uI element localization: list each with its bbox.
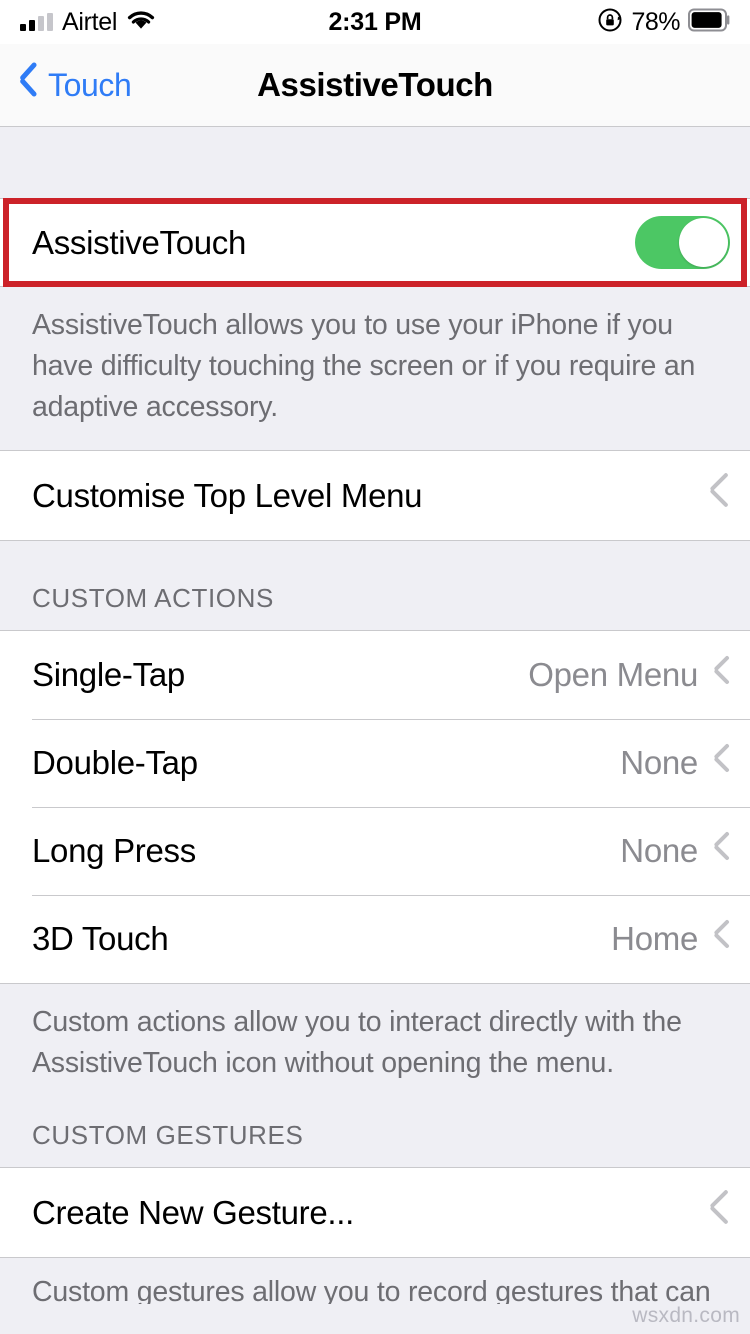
customise-menu-group: Customise Top Level Menu	[0, 450, 750, 541]
row-create-new-gesture-label: Create New Gesture...	[32, 1193, 354, 1231]
status-bar-right: 78%	[376, 7, 732, 38]
chevron-right-icon	[712, 748, 730, 778]
spacer-custom-actions	[0, 541, 750, 583]
watermark-label: wsxdn.com	[632, 1304, 740, 1327]
battery-percent-label: 78%	[631, 7, 680, 36]
battery-icon	[688, 8, 732, 37]
assistivetouch-toggle-row[interactable]: AssistiveTouch	[0, 199, 750, 286]
custom-gestures-group: Create New Gesture...	[0, 1167, 750, 1258]
customise-top-level-menu-label: Customise Top Level Menu	[32, 476, 423, 514]
chevron-right-icon	[712, 836, 730, 866]
row-double-tap-value: None	[620, 744, 698, 781]
row-double-tap-label: Double-Tap	[32, 744, 198, 781]
custom-actions-group: Single-Tap Open Menu Double-Tap None Lon…	[0, 630, 750, 984]
row-single-tap-label: Single-Tap	[32, 656, 185, 693]
row-long-press[interactable]: Long Press None	[0, 807, 750, 895]
row-3d-touch-value: Home	[611, 920, 698, 957]
chevron-right-icon	[708, 478, 730, 514]
row-create-new-gesture[interactable]: Create New Gesture...	[0, 1168, 750, 1257]
navigation-bar: Touch AssistiveTouch	[0, 44, 750, 127]
chevron-right-icon	[712, 660, 730, 690]
custom-actions-section-header: CUSTOM ACTIONS	[0, 583, 750, 630]
custom-actions-footer-text: Custom actions allow you to interact dir…	[0, 984, 750, 1106]
chevron-right-icon	[712, 924, 730, 954]
custom-gestures-section-header: CUSTOM GESTURES	[0, 1106, 750, 1167]
assistivetouch-toggle-label: AssistiveTouch	[32, 223, 247, 261]
assistivetouch-toggle-switch[interactable]	[635, 216, 730, 269]
status-bar: Airtel 2:31 PM 78%	[0, 0, 750, 44]
toggle-knob	[679, 218, 728, 267]
row-double-tap[interactable]: Double-Tap None	[0, 719, 750, 807]
iphone-settings-screen: Airtel 2:31 PM 78% Touch AssistiveTouch …	[0, 0, 750, 1334]
assistivetouch-toggle-group: AssistiveTouch	[0, 198, 750, 287]
row-single-tap[interactable]: Single-Tap Open Menu	[0, 631, 750, 719]
row-long-press-label: Long Press	[32, 832, 196, 869]
spacer-top	[0, 127, 750, 198]
custom-gestures-footer-text: Custom gestures allow you to record gest…	[0, 1258, 750, 1304]
row-3d-touch-label: 3D Touch	[32, 920, 169, 957]
row-single-tap-value: Open Menu	[528, 656, 698, 693]
chevron-right-icon	[708, 1195, 730, 1231]
row-long-press-value: None	[620, 832, 698, 869]
page-title: AssistiveTouch	[257, 66, 493, 103]
assistivetouch-footer-text: AssistiveTouch allows you to use your iP…	[0, 287, 750, 450]
customise-top-level-menu-row[interactable]: Customise Top Level Menu	[0, 451, 750, 540]
row-3d-touch[interactable]: 3D Touch Home	[0, 895, 750, 983]
rotation-lock-icon	[597, 7, 623, 38]
